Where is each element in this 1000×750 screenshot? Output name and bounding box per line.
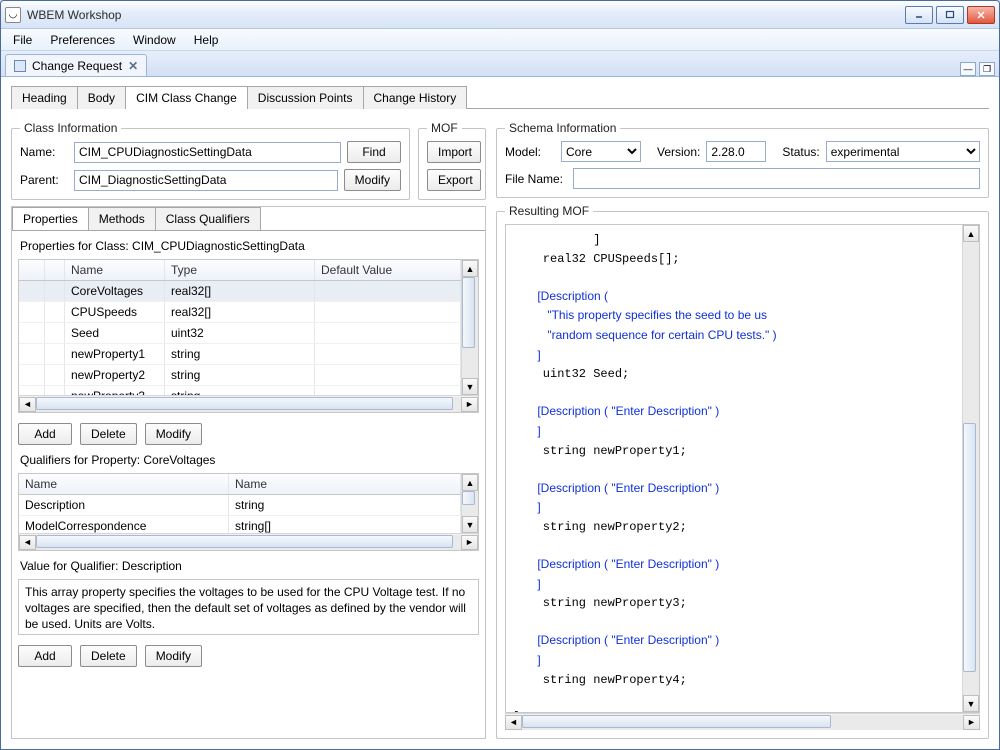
parent-class-input[interactable]	[74, 170, 338, 191]
tab-change-history[interactable]: Change History	[363, 86, 468, 109]
tab-cim-class-change[interactable]: CIM Class Change	[125, 86, 248, 109]
properties-table: Name Type Default Value CoreVoltagesreal…	[18, 259, 479, 413]
properties-vscrollbar[interactable]: ▲ ▼	[461, 260, 478, 395]
model-select[interactable]: Core	[561, 141, 641, 162]
table-row[interactable]: Descriptionstring	[19, 495, 461, 516]
editor-tab-label: Change Request	[32, 59, 122, 73]
delete-qualifier-button[interactable]: Delete	[80, 645, 137, 667]
close-tab-icon[interactable]: ✕	[128, 59, 138, 73]
table-row[interactable]: newProperty3string	[19, 386, 461, 395]
app-icon: ◡	[5, 7, 21, 23]
editor-tab-change-request[interactable]: Change Request ✕	[5, 54, 147, 76]
table-row[interactable]: CoreVoltagesreal32[]	[19, 281, 461, 302]
class-info-legend: Class Information	[20, 121, 121, 135]
menu-file[interactable]: File	[5, 31, 40, 49]
qualifier-value-box[interactable]: This array property specifies the voltag…	[18, 579, 479, 635]
modify-property-button[interactable]: Modify	[145, 423, 202, 445]
table-row[interactable]: Seeduint32	[19, 323, 461, 344]
editor-minimize-icon[interactable]: —	[960, 62, 976, 76]
schema-information-group: Schema Information Model: Core Version: …	[496, 121, 989, 198]
resulting-mof-group: Resulting MOF ] real32 CPUSpeeds[]; [Des…	[496, 204, 989, 739]
modify-parent-button[interactable]: Modify	[344, 169, 401, 191]
col-name[interactable]: Name	[65, 260, 165, 280]
mof-vscrollbar[interactable]: ▲ ▼	[962, 225, 979, 712]
menu-window[interactable]: Window	[125, 31, 184, 49]
schema-legend: Schema Information	[505, 121, 620, 135]
document-icon	[14, 60, 26, 72]
filename-input[interactable]	[573, 168, 980, 189]
version-label: Version:	[657, 145, 700, 159]
col-default[interactable]: Default Value	[315, 260, 461, 280]
minimize-button[interactable]	[905, 6, 933, 24]
model-label: Model:	[505, 145, 555, 159]
menu-bar: File Preferences Window Help	[1, 29, 999, 51]
page-tabs: Heading Body CIM Class Change Discussion…	[11, 85, 989, 109]
window-title: WBEM Workshop	[27, 8, 905, 22]
add-qualifier-button[interactable]: Add	[18, 645, 72, 667]
properties-for-label: Properties for Class: CIM_CPUDiagnosticS…	[18, 235, 479, 255]
qualifiers-vscrollbar[interactable]: ▲ ▼	[461, 474, 478, 533]
editor-restore-icon[interactable]: ❐	[979, 62, 995, 76]
class-information-group: Class Information Name: Find Parent: Mod…	[11, 121, 410, 200]
export-button[interactable]: Export	[427, 169, 481, 191]
col-type[interactable]: Type	[165, 260, 315, 280]
properties-hscrollbar[interactable]: ◄►	[19, 395, 478, 412]
subtab-class-qualifiers[interactable]: Class Qualifiers	[155, 207, 261, 230]
app-window: ◡ WBEM Workshop File Preferences Window …	[0, 0, 1000, 750]
qcol-name2[interactable]: Name	[229, 474, 461, 494]
close-button[interactable]	[967, 6, 995, 24]
table-row[interactable]: newProperty2string	[19, 365, 461, 386]
class-name-input[interactable]	[74, 142, 341, 163]
table-row[interactable]: newProperty1string	[19, 344, 461, 365]
menu-preferences[interactable]: Preferences	[42, 31, 123, 49]
editor-content: Heading Body CIM Class Change Discussion…	[1, 77, 999, 749]
status-select[interactable]: experimental	[826, 141, 980, 162]
mof-group: MOF Import Export	[418, 121, 486, 200]
import-button[interactable]: Import	[427, 141, 481, 163]
qualifiers-hscrollbar[interactable]: ◄►	[19, 533, 478, 550]
qualifiers-table: Name Name DescriptionstringModelCorrespo…	[18, 473, 479, 551]
mof-text-view[interactable]: ] real32 CPUSpeeds[]; [Description ( "Th…	[506, 225, 962, 712]
find-button[interactable]: Find	[347, 141, 401, 163]
title-bar: ◡ WBEM Workshop	[1, 1, 999, 29]
table-row[interactable]: ModelCorrespondencestring[]	[19, 516, 461, 533]
delete-property-button[interactable]: Delete	[80, 423, 137, 445]
tab-body[interactable]: Body	[77, 86, 126, 109]
menu-help[interactable]: Help	[186, 31, 227, 49]
filename-label: File Name:	[505, 172, 567, 186]
subtab-properties[interactable]: Properties	[12, 207, 89, 230]
status-label: Status:	[782, 145, 819, 159]
subtab-methods[interactable]: Methods	[88, 207, 156, 230]
value-for-label: Value for Qualifier: Description	[18, 555, 479, 575]
version-input[interactable]	[706, 141, 766, 162]
tab-discussion-points[interactable]: Discussion Points	[247, 86, 364, 109]
tab-heading[interactable]: Heading	[11, 86, 78, 109]
qcol-name[interactable]: Name	[19, 474, 229, 494]
table-row[interactable]: CPUSpeedsreal32[]	[19, 302, 461, 323]
add-property-button[interactable]: Add	[18, 423, 72, 445]
resulting-mof-legend: Resulting MOF	[505, 204, 593, 218]
mof-legend: MOF	[427, 121, 462, 135]
qualifiers-for-label: Qualifiers for Property: CoreVoltages	[18, 449, 479, 469]
mof-hscrollbar[interactable]: ◄►	[505, 713, 980, 730]
editor-tab-bar: Change Request ✕ — ❐	[1, 51, 999, 77]
parent-label: Parent:	[20, 173, 68, 187]
class-members-panel: Properties Methods Class Qualifiers Prop…	[11, 206, 486, 739]
modify-qualifier-button[interactable]: Modify	[145, 645, 202, 667]
name-label: Name:	[20, 145, 68, 159]
maximize-button[interactable]	[936, 6, 964, 24]
